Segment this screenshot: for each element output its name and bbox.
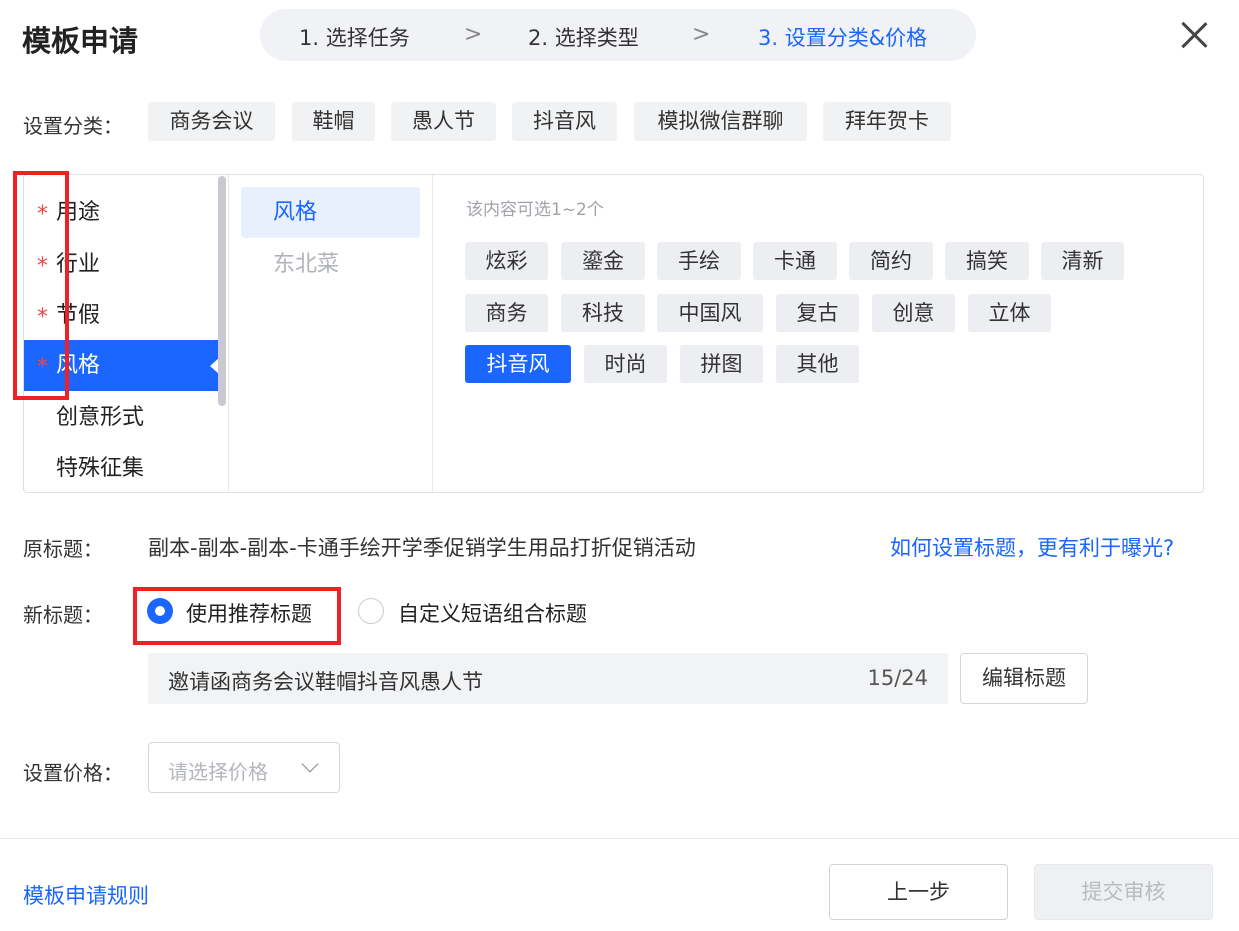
selection-hint: 该内容可选1~2个 — [466, 200, 604, 220]
category-item-label: 创意形式 — [56, 405, 145, 430]
step-3: 3. 设置分类&价格 — [758, 26, 928, 50]
style-tag[interactable]: 拼图 — [680, 345, 763, 383]
style-tag[interactable]: 创意 — [872, 294, 955, 332]
divider — [432, 175, 433, 492]
step-indicator: 1. 选择任务 > 2. 选择类型 > 3. 设置分类&价格 — [260, 9, 976, 61]
price-label: 设置价格： — [23, 761, 123, 785]
subcategory-item[interactable]: 风格 — [241, 187, 420, 238]
step-1: 1. 选择任务 — [299, 26, 410, 50]
category-chip[interactable]: 拜年贺卡 — [823, 102, 951, 141]
annotation-box — [13, 171, 69, 400]
prev-step-button[interactable]: 上一步 — [829, 864, 1008, 920]
style-tag[interactable]: 科技 — [561, 294, 645, 332]
category-chip[interactable]: 抖音风 — [512, 102, 617, 141]
category-label: 设置分类： — [23, 114, 123, 138]
category-chip[interactable]: 商务会议 — [148, 102, 275, 141]
title-help-link[interactable]: 如何设置标题，更有利于曝光? — [890, 532, 1174, 562]
style-tag[interactable]: 鎏金 — [561, 242, 645, 280]
style-tag-selected[interactable]: 抖音风 — [465, 345, 571, 383]
style-tag[interactable]: 复古 — [776, 294, 859, 332]
footer-divider — [0, 838, 1239, 839]
new-title-value: 邀请函商务会议鞋帽抖音风愚人节 — [168, 670, 483, 694]
style-tag[interactable]: 时尚 — [584, 345, 667, 383]
recommended-title-label[interactable]: 使用推荐标题 — [186, 598, 312, 628]
price-select[interactable]: 请选择价格 — [148, 742, 340, 793]
style-tag[interactable]: 炫彩 — [465, 242, 548, 280]
category-chip[interactable]: 愚人节 — [391, 102, 496, 141]
chevron-right-icon: > — [464, 22, 483, 47]
style-tag[interactable]: 手绘 — [657, 242, 741, 280]
subcategory-item[interactable]: 东北菜 — [241, 239, 420, 290]
custom-title-radio[interactable] — [358, 598, 384, 624]
category-item-label: 特殊征集 — [56, 456, 145, 481]
chevron-right-icon: > — [692, 22, 711, 47]
new-title-display: 邀请函商务会议鞋帽抖音风愚人节 15/24 — [148, 653, 948, 704]
category-item-special[interactable]: 特殊征集 — [24, 443, 219, 494]
category-chip[interactable]: 鞋帽 — [292, 102, 375, 141]
style-tag[interactable]: 清新 — [1041, 242, 1124, 280]
title-char-count: 15/24 — [867, 666, 928, 690]
recommended-title-radio[interactable] — [147, 598, 173, 624]
close-icon[interactable] — [1178, 19, 1210, 51]
edit-title-button[interactable]: 编辑标题 — [960, 653, 1088, 704]
category-chip[interactable]: 模拟微信群聊 — [634, 102, 807, 141]
style-tag[interactable]: 简约 — [849, 242, 933, 280]
step-2: 2. 选择类型 — [528, 26, 639, 50]
submit-review-button[interactable]: 提交审核 — [1034, 864, 1213, 920]
divider — [228, 175, 229, 492]
style-tag[interactable]: 中国风 — [657, 294, 763, 332]
original-title-label: 原标题： — [23, 537, 103, 561]
scrollbar[interactable] — [218, 176, 226, 406]
style-tag[interactable]: 搞笑 — [945, 242, 1029, 280]
style-tag[interactable]: 立体 — [968, 294, 1051, 332]
original-title-value: 副本-副本-副本-卡通手绘开学季促销学生用品打折促销活动 — [148, 536, 696, 560]
custom-title-label[interactable]: 自定义短语组合标题 — [398, 598, 587, 628]
dialog-title: 模板申请 — [22, 24, 139, 58]
price-placeholder: 请选择价格 — [168, 760, 268, 784]
chevron-down-icon — [301, 755, 319, 773]
style-tag[interactable]: 其他 — [776, 345, 859, 383]
style-tag[interactable]: 商务 — [465, 294, 548, 332]
new-title-label: 新标题： — [23, 603, 103, 627]
rules-link[interactable]: 模板申请规则 — [23, 880, 149, 910]
style-tag[interactable]: 卡通 — [753, 242, 837, 280]
